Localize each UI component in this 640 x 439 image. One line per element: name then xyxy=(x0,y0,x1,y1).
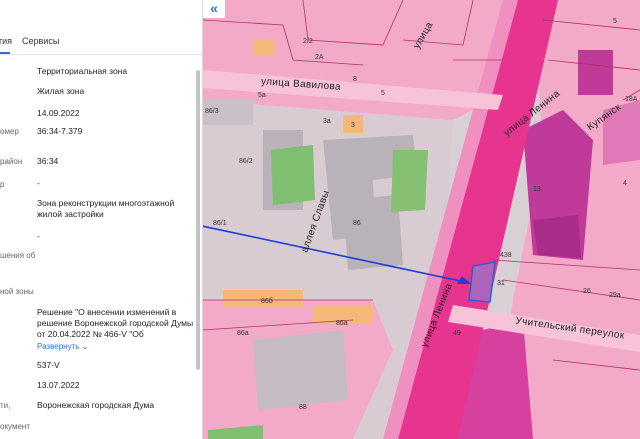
house-number: 5а xyxy=(258,92,266,99)
reg-label: р xyxy=(0,180,5,189)
collapse-panel-button[interactable]: « xyxy=(203,0,225,18)
house-number: 13 xyxy=(533,186,541,193)
house-number: 438 xyxy=(500,252,512,259)
zone-type-value: Территориальная зона xyxy=(37,66,128,76)
tab-attributes[interactable]: тия xyxy=(0,36,12,46)
district-value: 36:34 xyxy=(37,156,59,166)
decision-label: шения об xyxy=(0,251,36,260)
decision-value: Решение "О внесении изменений в решение … xyxy=(37,307,194,339)
house-number: 5 xyxy=(613,18,617,25)
house-number: 86/2 xyxy=(239,158,253,165)
block-dark-2 xyxy=(533,215,581,258)
house-number: 5 xyxy=(381,90,385,97)
house-number: 4 xyxy=(623,180,627,187)
panel-scrollbar[interactable] xyxy=(196,70,200,370)
reg-value: - xyxy=(37,178,40,188)
house-number: 86/3 xyxy=(205,108,219,115)
house-number: 49 xyxy=(453,330,461,337)
info-panel: тия Сервисы Территориальная зона Жилая з… xyxy=(0,0,203,439)
house-number: 86 xyxy=(353,220,361,227)
date-value: 14.09.2022 xyxy=(37,108,80,118)
active-tab-indicator xyxy=(0,52,10,54)
plot-orange-4 xyxy=(253,40,275,56)
decision-date-value: 13.07.2022 xyxy=(37,380,80,390)
decision-number-value: 537-V xyxy=(37,360,60,370)
house-number: 86/1 xyxy=(213,220,227,227)
tab-services[interactable]: Сервисы xyxy=(22,36,59,46)
house-number: 8 xyxy=(353,76,357,83)
district-label: район xyxy=(0,157,23,166)
park-1 xyxy=(271,145,315,205)
highlighted-parcel xyxy=(468,261,496,303)
house-number: 2/2 xyxy=(303,38,313,45)
authority-value: Воронежская городская Дума xyxy=(37,400,155,410)
house-number: 3 xyxy=(351,122,355,129)
block-dark-3 xyxy=(578,50,613,95)
house-number: 3а xyxy=(323,118,331,125)
house-number: 86б xyxy=(261,298,273,305)
authority-label: ти, xyxy=(0,401,11,410)
number-label: омер xyxy=(0,127,19,136)
house-number: 29а xyxy=(609,292,621,299)
cadastral-map[interactable]: « улица Вавилова улица Ленина улица Лени… xyxy=(203,0,640,439)
house-number: 2А xyxy=(315,54,324,61)
house-number: 88 xyxy=(299,404,307,411)
map-canvas xyxy=(203,0,640,439)
zone-name-value: Зона реконструкции многоэтажной жилой за… xyxy=(37,198,175,219)
building-88 xyxy=(253,330,348,410)
house-number: 26 xyxy=(583,288,591,295)
empty-value: - xyxy=(37,231,40,241)
expand-link[interactable]: Развернуть ⌄ xyxy=(37,341,197,352)
zone-label: ной зоны xyxy=(0,287,34,296)
house-number: 86а xyxy=(336,320,348,327)
house-number: 18А xyxy=(625,96,638,103)
panel-tabs: тия Сервисы xyxy=(0,28,202,55)
document-label: окумент xyxy=(0,422,30,431)
number-value: 36:34-7.379 xyxy=(37,126,83,136)
house-number: 31 xyxy=(497,280,505,287)
zone-kind-value: Жилая зона xyxy=(37,86,85,96)
house-number: 86а xyxy=(237,330,249,337)
park-2 xyxy=(391,150,428,212)
